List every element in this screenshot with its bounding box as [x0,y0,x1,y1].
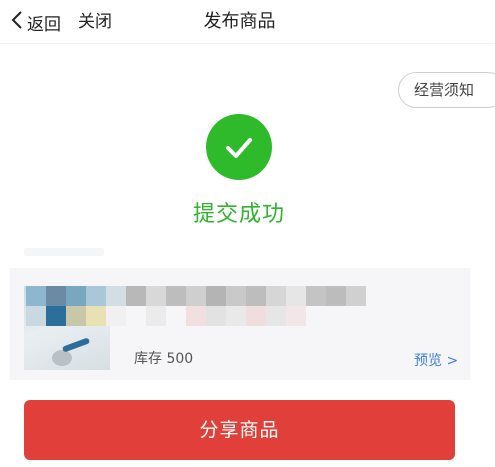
check-circle-icon [206,114,272,180]
stock-label: 库存 500 [134,351,194,367]
product-title-mosaic [24,286,384,336]
product-card: 库存 500 预览 > [10,268,470,380]
page-title: 发布商品 [203,11,276,32]
top-nav-bar: 返回 关闭 发布商品 [0,0,495,44]
share-product-button[interactable]: 分享商品 [24,400,455,460]
divider [24,248,104,256]
business-notice-button[interactable]: 经营须知 [398,72,495,108]
preview-link[interactable]: 预览 > [414,350,458,370]
submit-success-text: 提交成功 [192,202,285,227]
